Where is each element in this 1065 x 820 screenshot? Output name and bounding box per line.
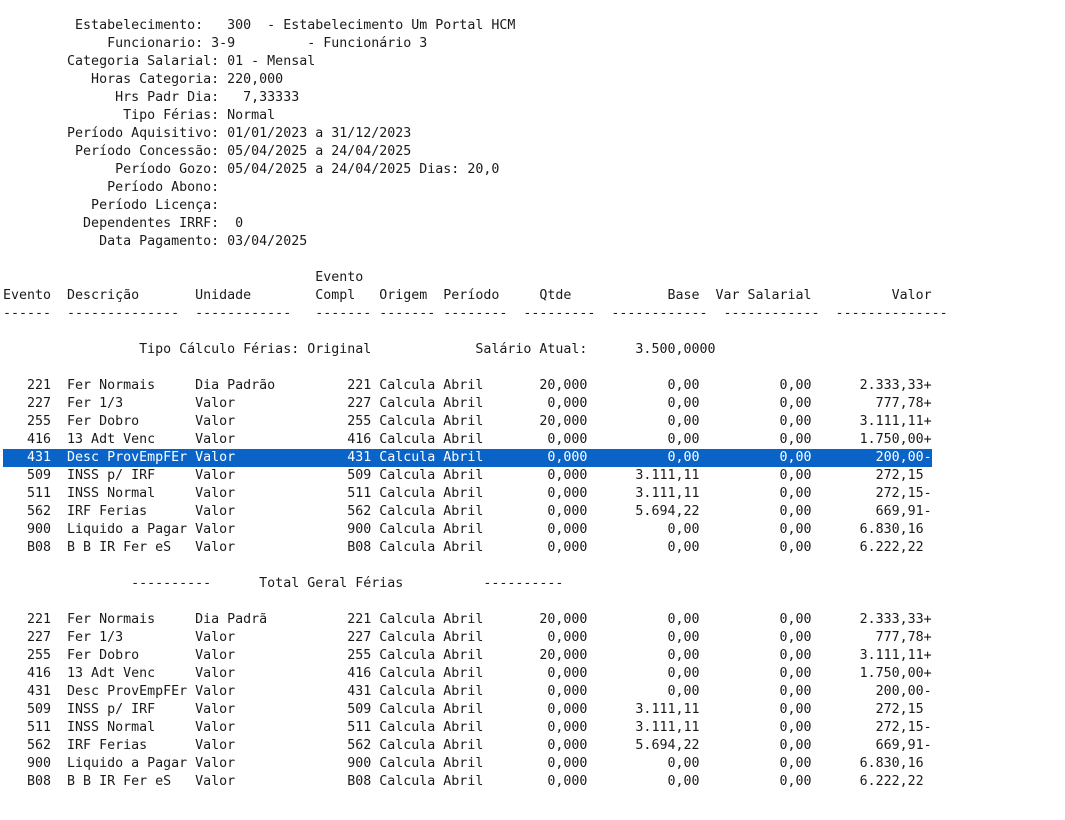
table-row[interactable]: 900 Liquido a Pagar Valor 900 Calcula Ab…: [3, 755, 924, 773]
table-row[interactable]: 562 IRF Ferias Valor 562 Calcula Abril 0…: [3, 503, 932, 521]
table-row[interactable]: 221 Fer Normais Dia Padrão 221 Calcula A…: [3, 377, 932, 395]
field-funcionario: Funcionario: 3-9 - Funcionário 3: [3, 36, 428, 51]
table-row[interactable]: 431 Desc ProvEmpFEr Valor 431 Calcula Ab…: [3, 683, 932, 701]
column-separator: ------ -------------- ------------ -----…: [3, 306, 948, 321]
column-header-line2: Evento Descrição Unidade Compl Origem Pe…: [3, 288, 932, 303]
table-row[interactable]: 221 Fer Normais Dia Padrã 221 Calcula Ab…: [3, 611, 932, 629]
field-periodo-gozo: Período Gozo: 05/04/2025 a 24/04/2025 Di…: [3, 162, 500, 177]
table-row[interactable]: 416 13 Adt Venc Valor 416 Calcula Abril …: [3, 665, 932, 683]
table-row[interactable]: 227 Fer 1/3 Valor 227 Calcula Abril 0,00…: [3, 395, 932, 413]
field-periodo-licenca: Período Licença:: [3, 198, 220, 213]
field-data-pagamento: Data Pagamento: 03/04/2025: [3, 234, 308, 249]
table-row[interactable]: 511 INSS Normal Valor 511 Calcula Abril …: [3, 719, 932, 737]
table-row[interactable]: B08 B B IR Fer eS Valor B08 Calcula Abri…: [3, 539, 924, 557]
table-row[interactable]: 562 IRF Ferias Valor 562 Calcula Abril 0…: [3, 737, 932, 755]
table-row[interactable]: 255 Fer Dobro Valor 255 Calcula Abril 20…: [3, 413, 932, 431]
section-total-title: ---------- Total Geral Férias ----------: [3, 576, 564, 591]
table-row[interactable]: 900 Liquido a Pagar Valor 900 Calcula Ab…: [3, 521, 924, 539]
field-dependentes-irrf: Dependentes IRRF: 0: [3, 216, 244, 231]
table-row[interactable]: 227 Fer 1/3 Valor 227 Calcula Abril 0,00…: [3, 629, 932, 647]
field-categoria-salarial: Categoria Salarial: 01 - Mensal: [3, 54, 316, 69]
section-original-title: Tipo Cálculo Férias: Original Salário At…: [3, 342, 716, 357]
field-periodo-concessao: Período Concessão: 05/04/2025 a 24/04/20…: [3, 144, 412, 159]
table-row[interactable]: 511 INSS Normal Valor 511 Calcula Abril …: [3, 485, 932, 503]
payroll-report-screen: { "header": { "estabelecimento": " Estab…: [0, 0, 1065, 820]
field-periodo-abono: Período Abono:: [3, 180, 220, 195]
table-row[interactable]: 255 Fer Dobro Valor 255 Calcula Abril 20…: [3, 647, 932, 665]
table-row[interactable]: 509 INSS p/ IRF Valor 509 Calcula Abril …: [3, 467, 924, 485]
table-row[interactable]: 509 INSS p/ IRF Valor 509 Calcula Abril …: [3, 701, 924, 719]
table-row-selected[interactable]: 431 Desc ProvEmpFEr Valor 431 Calcula Ab…: [3, 449, 932, 467]
column-header-line1: Evento: [3, 270, 364, 285]
table-row[interactable]: 416 13 Adt Venc Valor 416 Calcula Abril …: [3, 431, 932, 449]
field-horas-categoria: Horas Categoria: 220,000: [3, 72, 284, 87]
field-estabelecimento: Estabelecimento: 300 - Estabelecimento U…: [3, 18, 516, 33]
field-hrs-padr-dia: Hrs Padr Dia: 7,33333: [3, 90, 300, 105]
field-periodo-aquisitivo: Período Aquisitivo: 01/01/2023 a 31/12/2…: [3, 126, 412, 141]
field-tipo-ferias: Tipo Férias: Normal: [3, 108, 276, 123]
table-row[interactable]: B08 B B IR Fer eS Valor B08 Calcula Abri…: [3, 773, 924, 791]
